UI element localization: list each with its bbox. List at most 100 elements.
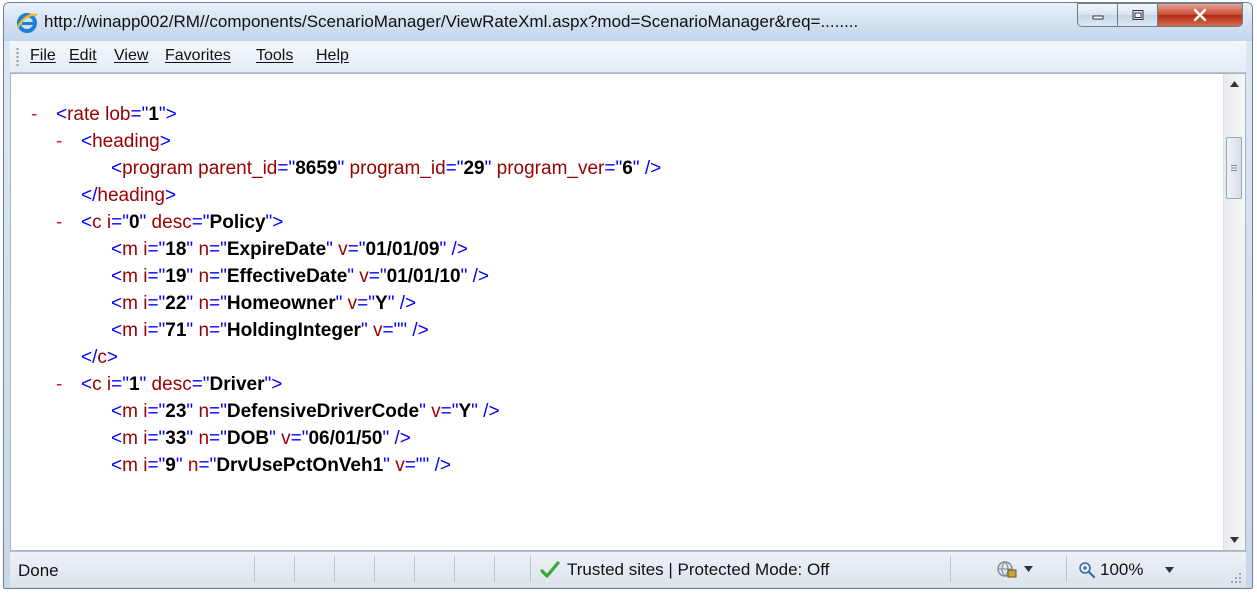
xml-name: v — [275, 428, 291, 449]
xml-name: m — [122, 239, 138, 260]
chevron-down-icon — [1024, 566, 1033, 572]
xml-attr-value: 8659 — [295, 158, 338, 179]
xml-attr-value: 19 — [165, 266, 187, 287]
xml-attr-value: ExpireDate — [226, 239, 327, 260]
xml-attr-value: 1 — [148, 104, 159, 125]
scroll-up-button[interactable] — [1224, 74, 1245, 94]
zoom-control[interactable]: 100% — [1078, 560, 1175, 580]
toolbar-grip-icon[interactable] — [16, 47, 19, 67]
xml-name: m — [122, 293, 138, 314]
xml-attr-value: 22 — [165, 293, 187, 314]
xml-line-text: </heading> — [81, 182, 176, 209]
xml-punct: " /> — [439, 239, 468, 260]
xml-punct: ="" /> — [404, 455, 451, 476]
xml-punct: " /> — [632, 158, 662, 179]
status-text: Done — [18, 561, 59, 580]
xml-punct: " /> — [387, 293, 417, 314]
menu-tools[interactable]: Tools — [256, 47, 293, 65]
scroll-up-arrow-icon — [1230, 81, 1239, 87]
xml-punct: =" — [209, 320, 227, 341]
status-divider — [254, 556, 255, 582]
xml-punct: " — [360, 320, 368, 341]
menu-favorites[interactable]: Favorites — [165, 47, 231, 65]
xml-attr-value: 01/01/10 — [386, 266, 461, 287]
xml-punct: =" — [368, 266, 387, 287]
collapse-toggle[interactable]: - — [56, 371, 68, 398]
xml-name: c — [92, 212, 102, 233]
caption-buttons — [1077, 3, 1247, 29]
xml-punct: "> — [265, 212, 284, 233]
xml-name: n — [193, 401, 210, 422]
xml-punct: > — [159, 131, 171, 152]
resize-grip-icon[interactable] — [1230, 572, 1242, 584]
xml-name: program_id — [344, 158, 446, 179]
chevron-down-icon — [1165, 567, 1175, 573]
xml-line-text: <m i="33" n="DOB" v="06/01/50" /> — [111, 425, 411, 452]
collapse-toggle[interactable]: - — [31, 101, 43, 128]
xml-line-text: <heading> — [81, 128, 171, 155]
xml-line-text: <rate lob="1"> — [56, 101, 177, 128]
xml-punct: =" — [191, 212, 210, 233]
xml-name: n — [193, 239, 210, 260]
menu-view[interactable]: View — [114, 47, 148, 65]
collapse-toggle[interactable]: - — [56, 128, 68, 155]
xml-punct: =" — [198, 455, 217, 476]
minimize-icon — [1092, 15, 1103, 20]
status-divider — [294, 556, 295, 582]
ie-logo-icon — [16, 13, 38, 33]
xml-punct: =" — [147, 239, 166, 260]
vertical-scrollbar[interactable] — [1223, 74, 1245, 550]
xml-punct: " — [419, 401, 426, 422]
xml-line-text: <m i="22" n="Homeowner" v="Y" /> — [111, 290, 416, 317]
security-zone[interactable]: Trusted sites | Protected Mode: Off — [540, 560, 829, 580]
xml-punct: =" — [209, 266, 227, 287]
xml-punct: " /> — [460, 266, 490, 287]
status-divider — [454, 556, 455, 582]
xml-name: parent_id — [192, 158, 278, 179]
xml-attr-value: 0 — [128, 212, 140, 233]
xml-punct: =" — [191, 374, 210, 395]
menu-edit[interactable]: Edit — [69, 47, 97, 65]
globe-lock-icon — [997, 561, 1017, 578]
minimize-button[interactable] — [1077, 3, 1117, 27]
xml-punct: < — [111, 293, 123, 314]
xml-punct: =" — [604, 158, 623, 179]
xml-name: heading — [97, 185, 165, 206]
menu-file[interactable]: File — [30, 47, 56, 65]
xml-attr-value: Driver — [209, 374, 265, 395]
xml-line-text: <c i="1" desc="Driver"> — [81, 371, 282, 398]
maximize-button[interactable] — [1117, 3, 1157, 27]
title-bar[interactable]: http://winapp002/RM//components/Scenario… — [4, 3, 1252, 41]
xml-punct: " — [326, 239, 333, 260]
magnifier-icon — [1079, 562, 1096, 579]
protected-mode-button[interactable] — [996, 559, 1033, 579]
status-divider — [494, 556, 495, 582]
menu-help[interactable]: Help — [316, 47, 349, 65]
xml-attr-value: 01/01/09 — [365, 239, 440, 260]
status-divider — [530, 556, 531, 582]
close-icon — [1193, 8, 1207, 22]
collapse-toggle[interactable]: - — [56, 209, 68, 236]
xml-name: n — [193, 266, 210, 287]
xml-punct: =" — [277, 158, 296, 179]
close-button[interactable] — [1157, 3, 1243, 27]
xml-punct: < — [111, 239, 123, 260]
xml-punct: =" — [209, 428, 227, 449]
scroll-down-button[interactable] — [1224, 530, 1245, 550]
security-zone-text: Trusted sites | Protected Mode: Off — [567, 560, 830, 579]
xml-name: desc — [146, 212, 192, 233]
xml-punct: " /> — [382, 428, 411, 449]
xml-attr-value: EffectiveDate — [226, 266, 348, 287]
xml-name: v — [389, 455, 405, 476]
scroll-thumb[interactable] — [1226, 137, 1242, 199]
xml-attr-value: Y — [375, 293, 388, 314]
xml-punct: < — [81, 212, 93, 233]
xml-punct: =" — [147, 266, 166, 287]
status-divider — [334, 556, 335, 582]
xml-line-text: <program parent_id="8659" program_id="29… — [111, 155, 661, 182]
zoom-level: 100% — [1100, 560, 1144, 579]
xml-attr-value: DefensiveDriverCode — [226, 401, 420, 422]
xml-punct: ="" /> — [382, 320, 429, 341]
xml-name: i — [137, 428, 148, 449]
xml-line-text: <m i="9" n="DrvUsePctOnVeh1" v="" /> — [111, 452, 451, 479]
